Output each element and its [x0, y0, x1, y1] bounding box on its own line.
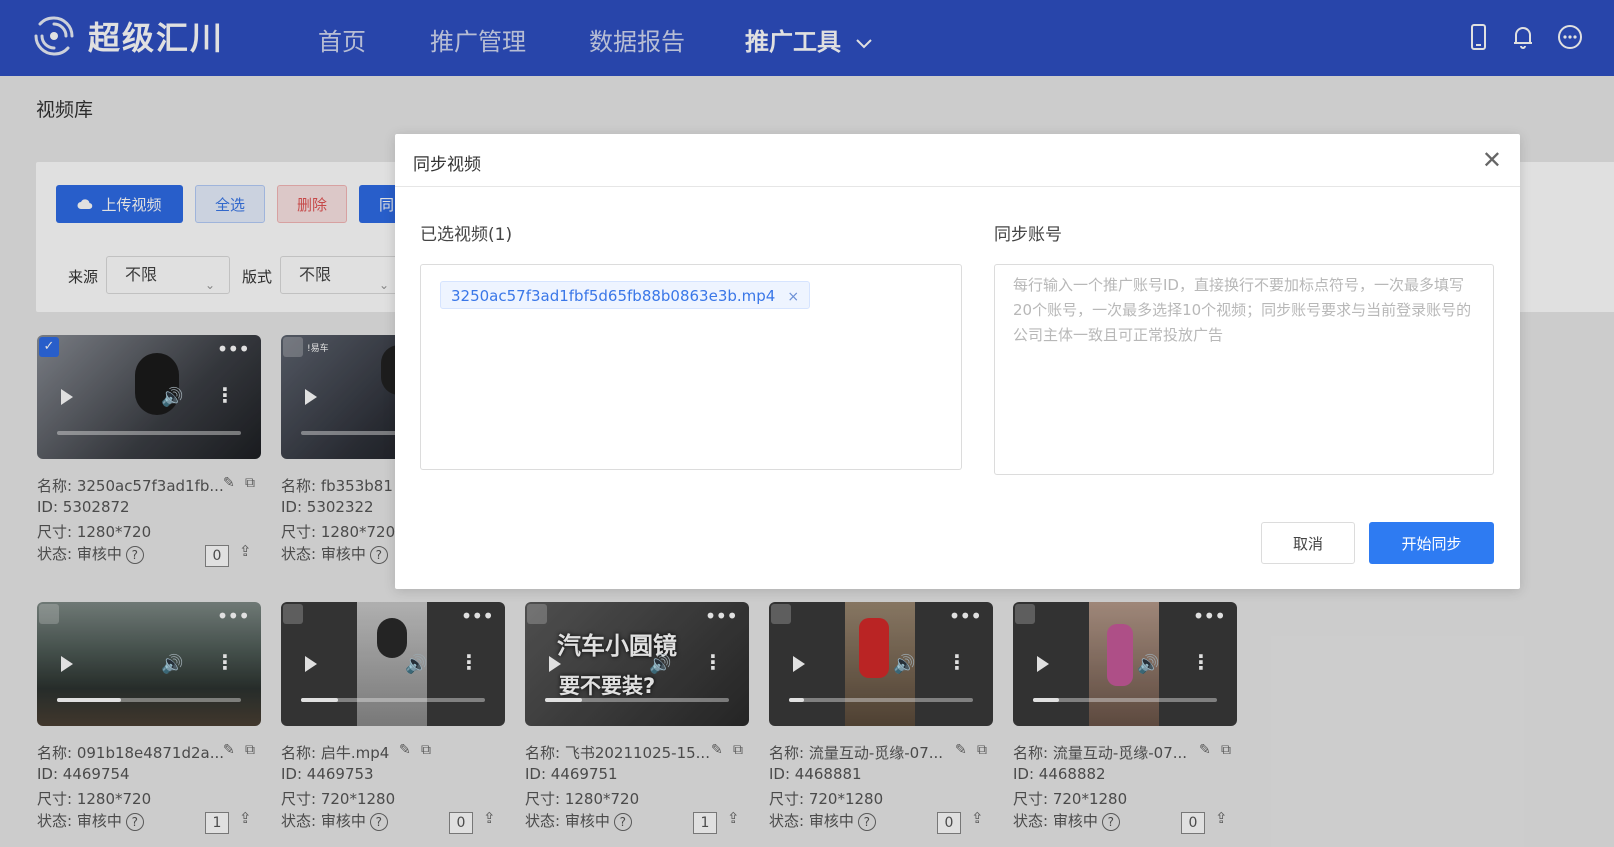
start-sync-button[interactable]: 开始同步	[1369, 522, 1494, 564]
sync-account-label: 同步账号	[994, 225, 1062, 245]
selected-video-filename: 3250ac57f3ad1fbf5d65fb88b0863e3b.mp4	[451, 287, 776, 305]
sync-account-field[interactable]	[994, 264, 1494, 475]
close-icon[interactable]: ✕	[1482, 146, 1502, 174]
dialog-divider	[395, 186, 1520, 187]
sync-video-dialog: 同步视频 ✕ 已选视频(1) 3250ac57f3ad1fbf5d65fb88b…	[395, 134, 1520, 589]
selected-video-tag: 3250ac57f3ad1fbf5d65fb88b0863e3b.mp4 ×	[440, 281, 811, 309]
selected-videos-label: 已选视频(1)	[420, 225, 513, 245]
selected-videos-box: 3250ac57f3ad1fbf5d65fb88b0863e3b.mp4 ×	[420, 264, 962, 470]
sync-account-textarea[interactable]	[995, 265, 1493, 474]
dialog-title: 同步视频	[413, 155, 481, 175]
cancel-button[interactable]: 取消	[1261, 522, 1355, 564]
remove-tag-icon[interactable]: ×	[787, 289, 799, 305]
